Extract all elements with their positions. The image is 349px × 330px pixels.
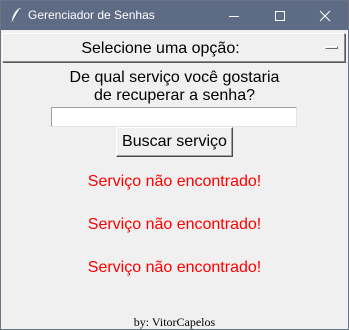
question-line-1: De qual serviço você gostaria <box>69 69 280 86</box>
window-title: Gerenciador de Senhas <box>28 8 155 22</box>
result-message: Serviço não encontrado! <box>87 216 262 233</box>
result-message: Serviço não encontrado! <box>87 173 262 190</box>
close-icon <box>319 10 331 22</box>
maximize-icon <box>275 11 285 21</box>
option-menu-label: Selecione uma opção: <box>81 40 240 57</box>
title-bar[interactable]: Gerenciador de Senhas <box>1 1 348 30</box>
question-line-2: de recuperar a senha? <box>94 87 255 104</box>
app-window: Gerenciador de Senhas Selecione uma opçã… <box>0 0 349 330</box>
search-service-button[interactable]: Buscar serviço <box>116 127 233 157</box>
option-menu[interactable]: Selecione uma opção: <box>2 33 345 62</box>
minimize-button[interactable] <box>211 1 257 30</box>
feather-icon <box>10 7 22 23</box>
maximize-button[interactable] <box>257 1 303 30</box>
author-credit: by: VitorCapelos <box>133 315 216 329</box>
service-question: De qual serviço você gostaria de recuper… <box>1 69 348 105</box>
option-menu-indicator-icon <box>325 46 338 49</box>
close-button[interactable] <box>302 1 348 30</box>
minimize-icon <box>229 16 239 17</box>
window-content: Selecione uma opção: De qual serviço voc… <box>1 30 348 329</box>
result-message: Serviço não encontrado! <box>87 259 262 276</box>
service-input[interactable] <box>51 107 297 127</box>
